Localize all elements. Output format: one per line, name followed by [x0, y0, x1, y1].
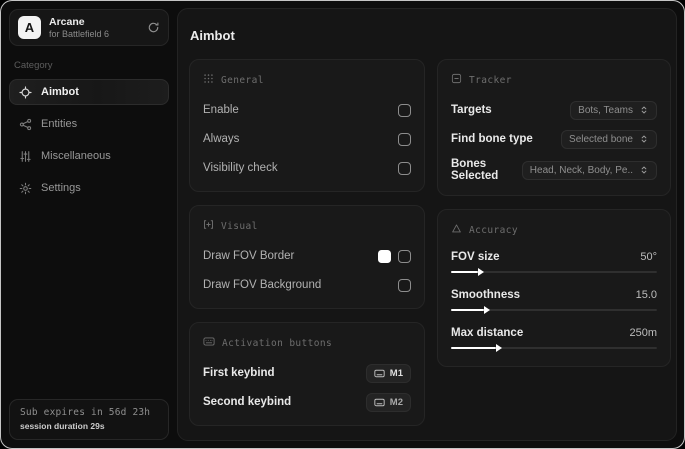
- setting-label: Bones Selected: [451, 158, 499, 182]
- tracker-icon: [451, 71, 462, 89]
- sidebar-item-label: Settings: [41, 182, 81, 194]
- entities-icon: [19, 118, 32, 131]
- keyboard-icon: [374, 369, 385, 377]
- slider-label: FOV size: [451, 251, 500, 263]
- page-title: Aimbot: [190, 28, 235, 43]
- gear-icon: [19, 182, 32, 195]
- draw-fov-background-checkbox[interactable]: [398, 278, 411, 292]
- dropdown-value: Bots, Teams: [578, 104, 633, 116]
- sidebar-item-miscellaneous[interactable]: Miscellaneous: [9, 143, 169, 169]
- sync-icon[interactable]: [147, 21, 160, 34]
- targets-dropdown[interactable]: Bots, Teams: [570, 100, 657, 120]
- dropdown-value: Selected bone: [569, 133, 633, 145]
- logo-letter: A: [24, 20, 35, 35]
- dropdown-value: Head, Neck, Body, Pe..: [529, 164, 633, 176]
- setting-row: Enable: [203, 100, 411, 120]
- unfold-icon: [641, 135, 647, 143]
- sub-expires-text: Sub expires in 56d 23h: [20, 407, 151, 418]
- setting-label: Targets: [451, 104, 492, 116]
- visibility-check-checkbox[interactable]: [398, 161, 411, 175]
- setting-row: Targets Bots, Teams: [451, 100, 657, 120]
- general-card: General Enable Always Visibility check: [189, 59, 425, 192]
- session-duration-text: session duration 29s: [20, 421, 105, 431]
- smoothness-slider[interactable]: [451, 305, 657, 315]
- keyboard-icon: [374, 398, 385, 406]
- accuracy-card: Accuracy FOV size 50° Smoothness 15.0 Ma…: [437, 209, 671, 367]
- setting-row: First keybind M1: [203, 363, 411, 383]
- card-header: Tracker: [469, 74, 512, 86]
- category-label: Category: [14, 60, 53, 71]
- slider-label: Smoothness: [451, 289, 521, 301]
- app-window: A Arcane for Battlefield 6 Category Aimb…: [0, 0, 685, 449]
- slider-value: 50°: [640, 251, 657, 263]
- setting-label: Find bone type: [451, 133, 533, 145]
- second-keybind-button[interactable]: M2: [365, 392, 411, 412]
- bones-selected-dropdown[interactable]: Head, Neck, Body, Pe..: [521, 160, 657, 180]
- setting-row: Find bone type Selected bone: [451, 129, 657, 149]
- sidebar-item-label: Entities: [41, 118, 78, 130]
- setting-label: Second keybind: [203, 396, 292, 408]
- app-title: Arcane: [49, 15, 85, 28]
- slider-fill: [451, 309, 484, 311]
- activation-buttons-card: Activation buttons First keybind M1 Seco…: [189, 322, 425, 426]
- fov-size-slider[interactable]: [451, 267, 657, 277]
- sidebar: A Arcane for Battlefield 6 Category Aimb…: [1, 1, 177, 448]
- sidebar-item-entities[interactable]: Entities: [9, 111, 169, 137]
- card-header: General: [221, 74, 264, 86]
- setting-row: Draw FOV Background: [203, 275, 411, 295]
- sidebar-item-label: Miscellaneous: [41, 150, 111, 162]
- unfold-icon: [641, 106, 647, 114]
- unfold-icon: [641, 166, 647, 174]
- main-panel: Aimbot General Enable Always Visibility …: [177, 8, 677, 441]
- slider-fill: [451, 347, 497, 349]
- app-subtitle: for Battlefield 6: [49, 28, 110, 39]
- setting-label: First keybind: [203, 367, 275, 379]
- first-keybind-button[interactable]: M1: [365, 363, 411, 383]
- slider-label: Max distance: [451, 327, 524, 339]
- general-icon: [203, 71, 214, 89]
- app-logo: A: [18, 16, 41, 39]
- fov-border-color-swatch[interactable]: [378, 249, 391, 263]
- setting-label: Draw FOV Background: [203, 279, 322, 291]
- keybind-value: M1: [389, 367, 403, 379]
- setting-row: Second keybind M2: [203, 392, 411, 412]
- slider-row: FOV size 50°: [451, 251, 657, 277]
- find-bone-type-dropdown[interactable]: Selected bone: [561, 129, 657, 149]
- setting-row: Draw FOV Border: [203, 246, 411, 266]
- sidebar-item-aimbot[interactable]: Aimbot: [9, 79, 169, 105]
- setting-row: Always: [203, 129, 411, 149]
- setting-label: Visibility check: [203, 162, 278, 174]
- card-header: Activation buttons: [222, 337, 333, 349]
- slider-value: 250m: [629, 327, 657, 339]
- slider-fill: [451, 271, 478, 273]
- tracker-card: Tracker Targets Bots, Teams Find bone ty…: [437, 59, 671, 196]
- brand-card: A Arcane for Battlefield 6: [9, 9, 169, 46]
- card-header: Visual: [221, 220, 258, 232]
- keybind-value: M2: [389, 396, 403, 408]
- visual-card: Visual Draw FOV Border Draw FOV Backgrou…: [189, 205, 425, 309]
- enable-checkbox[interactable]: [398, 103, 411, 117]
- slider-row: Max distance 250m: [451, 327, 657, 353]
- sidebar-item-settings[interactable]: Settings: [9, 175, 169, 201]
- subscription-info-box: Sub expires in 56d 23h session duration …: [9, 399, 169, 440]
- sidebar-item-label: Aimbot: [41, 86, 79, 98]
- setting-label: Draw FOV Border: [203, 250, 295, 262]
- crosshair-icon: [19, 85, 32, 99]
- setting-label: Always: [203, 133, 240, 145]
- card-header: Accuracy: [469, 224, 518, 236]
- accuracy-icon: [451, 221, 462, 239]
- slider-value: 15.0: [635, 289, 657, 301]
- sliders-icon: [19, 150, 32, 163]
- setting-row: Bones Selected Head, Neck, Body, Pe..: [451, 158, 657, 182]
- visual-icon: [203, 217, 214, 235]
- setting-row: Visibility check: [203, 158, 411, 178]
- slider-row: Smoothness 15.0: [451, 289, 657, 315]
- keyboard-icon: [203, 334, 215, 352]
- draw-fov-border-checkbox[interactable]: [398, 249, 411, 263]
- setting-label: Enable: [203, 104, 239, 116]
- max-distance-slider[interactable]: [451, 343, 657, 353]
- always-checkbox[interactable]: [398, 132, 411, 146]
